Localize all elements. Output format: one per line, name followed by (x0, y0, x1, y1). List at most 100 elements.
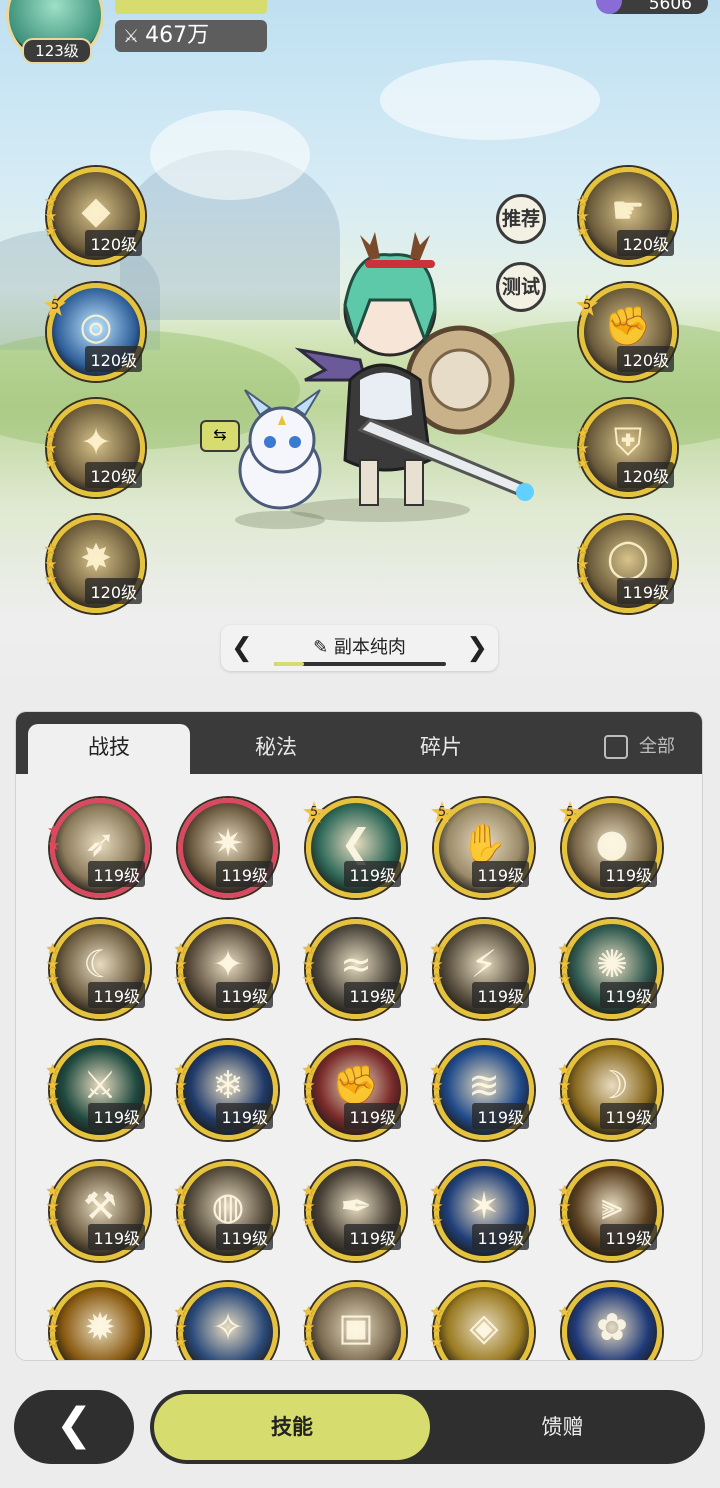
star-rating: ★ ★ ★ (174, 1303, 188, 1351)
skill-card[interactable]: ⚒ ★ ★ ★ 119级 (46, 1161, 150, 1261)
skill-level: 119级 (344, 1103, 401, 1129)
star-badge: 5 (431, 801, 453, 823)
skill-art-icon: ❄ (212, 1063, 244, 1107)
skill-card[interactable]: ✦ ★ ★ ★ 119级 (174, 919, 278, 1019)
character-display[interactable] (220, 230, 550, 530)
currency-value: 5606 (648, 0, 692, 14)
skill-card[interactable]: ● 5 119级 (559, 798, 662, 898)
skill-card[interactable]: ⚡ ★ ★ ★ 119级 (430, 919, 534, 1019)
equipped-skill-right-1[interactable]: ★ ★ ★ ☛ 120级 (576, 167, 677, 265)
skill-level: 119级 (344, 861, 401, 887)
star-rating: ★ ★ ★ (430, 1303, 444, 1351)
preset-selector: ❮ ✎ 副本纯肉 ❯ (221, 625, 498, 671)
skill-card[interactable]: ≈ ★ ★ ★ 119级 (302, 919, 406, 1019)
fists-icon: ✊ (604, 304, 652, 348)
tab-fragments[interactable]: 碎片 (361, 724, 521, 774)
skill-level: 119级 (216, 982, 273, 1008)
skill-level: 119级 (344, 982, 401, 1008)
skill-art-icon: ☽ (594, 1063, 630, 1107)
skill-card[interactable]: ◍ ★ ★ ★ 119级 (174, 1161, 278, 1261)
star-rating: ★ ★ ★ (302, 1303, 316, 1351)
crystal-ring-icon: ◎ (79, 304, 113, 348)
star-rating: ★ ★ ★ (558, 1061, 572, 1109)
player-level-badge: 123级 (22, 38, 92, 64)
skill-level: 119级 (472, 1103, 529, 1129)
currency-display[interactable]: 5606 (596, 0, 708, 14)
red-star-rating: ★ ★ (47, 821, 61, 854)
skill-art-icon: ⫸ (601, 1184, 623, 1228)
star-rating: ★ ★ ★ (174, 1182, 188, 1230)
star-rating: ★ ★ ★ (302, 1061, 316, 1109)
star-rating: ★ ★ ★ (302, 940, 316, 988)
star-rating: ★ ★ ★ (430, 940, 444, 988)
star-rating: ★ (558, 1303, 572, 1321)
skill-card[interactable]: ✒ ★ ★ ★ 119级 (302, 1161, 406, 1261)
skill-card[interactable]: ▣ ★ ★ ★ (302, 1282, 406, 1360)
equipped-skill-right-4[interactable]: ★ ★ ★ ◯ 119级 (576, 515, 677, 613)
equipped-skill-left-2[interactable]: 5 ◎ 120级 (44, 283, 145, 381)
preset-name: 副本纯肉 (333, 637, 406, 658)
name-bar (115, 0, 267, 14)
star-rating: ★ ★ ★ (46, 940, 60, 988)
skill-level: 119级 (472, 861, 529, 887)
skill-art-icon: ☾ (82, 942, 118, 986)
skill-card[interactable]: ✺ ★ ★ ★ 119级 (558, 919, 662, 1019)
ring-icon: ◯ (606, 536, 650, 580)
skill-card[interactable]: ✶ ★ ★ ★ 119级 (430, 1161, 534, 1261)
skill-level: 119级 (344, 1224, 401, 1250)
equipped-skill-right-3[interactable]: ★ ★ ★ ⛨ 120级 (576, 399, 677, 497)
preset-name-wrap[interactable]: ✎ 副本纯肉 (221, 633, 498, 659)
show-all-checkbox[interactable] (604, 735, 628, 759)
skill-card[interactable]: ✹ ★ ★ ★ (46, 1282, 150, 1360)
skill-level: 119级 (600, 1103, 657, 1129)
skill-card[interactable]: ⚔ ★ ★ ★ 119级 (46, 1040, 150, 1140)
equipped-skill-left-4[interactable]: ★ ★ ★ ✸ 120级 (44, 515, 145, 613)
skill-art-icon: ➶ (84, 821, 116, 865)
star-rating: ★ ★ ★ (46, 1061, 60, 1109)
skill-art-icon: ⚒ (82, 1184, 118, 1228)
equipped-skill-right-2[interactable]: 5 ✊ 120级 (576, 283, 677, 381)
skill-card[interactable]: ☾ ★ ★ ★ 119级 (46, 919, 150, 1019)
skill-art-icon: ⚡ (470, 942, 498, 986)
skill-level: 119级 (216, 1224, 273, 1250)
star-rating: ★ ★ ★ (558, 1182, 572, 1230)
skill-level: 119级 (88, 861, 145, 887)
skill-level: 119级 (600, 1224, 657, 1250)
crossed-swords-icon: ⚔ (123, 26, 140, 47)
skill-level: 119级 (600, 861, 657, 887)
star-rating: ★ ★ ★ (558, 940, 572, 988)
skill-level: 120级 (85, 230, 142, 256)
skill-level: 120级 (85, 578, 142, 604)
skill-level: 119级 (88, 1224, 145, 1250)
skill-art-icon: ⚔ (82, 1063, 118, 1107)
skill-card[interactable]: ◈ ★ ★ ★ (430, 1282, 534, 1360)
skill-card[interactable]: ➶ ★ ★ 119级 (47, 798, 150, 898)
skill-card[interactable]: ☽ ★ ★ ★ 119级 (558, 1040, 662, 1140)
skill-art-icon: ✹ (84, 1305, 116, 1349)
skill-card[interactable]: ✋ 5 119级 (431, 798, 534, 898)
gift-button[interactable]: 馈赠 (440, 1394, 685, 1460)
skill-card[interactable]: ✷ 119级 (178, 798, 278, 898)
preset-underline (274, 662, 446, 666)
tab-combat-skills[interactable]: 战技 (28, 724, 190, 774)
skill-card[interactable]: ⫸ ★ ★ ★ 119级 (558, 1161, 662, 1261)
power-display: ⚔ 467万 (115, 20, 267, 52)
preset-next-button[interactable]: ❯ (466, 633, 488, 663)
skill-art-icon: ✷ (212, 821, 244, 865)
skill-card[interactable]: ❮ 5 119级 (303, 798, 406, 898)
skill-grid: ➶ ★ ★ 119级 ✷ 119级 ❮ 5 119级 ✋ 5 119级 ● 5 119级 ☾ ★ ★ ★ 119级 ✦ ★… (16, 774, 702, 1360)
back-button[interactable]: ❮ (14, 1390, 134, 1464)
skill-card[interactable]: ✧ ★ ★ ★ (174, 1282, 278, 1360)
skills-button[interactable]: 技能 (154, 1394, 430, 1460)
star-rating: ★ ★ ★ (174, 940, 188, 988)
equipped-skill-left-1[interactable]: ★ ★ ★ ◆ 120级 (44, 167, 145, 265)
skill-art-icon: ✧ (212, 1305, 244, 1349)
equipped-skill-left-3[interactable]: ★ ★ ★ ✦ 120级 (44, 399, 145, 497)
skill-art-icon: ◍ (211, 1184, 245, 1228)
skill-card[interactable]: ❄ ★ ★ ★ 119级 (174, 1040, 278, 1140)
skill-card[interactable]: ≋ ★ ★ ★ 119级 (430, 1040, 534, 1140)
edit-pencil-icon: ✎ (313, 637, 329, 658)
skill-card[interactable]: ✿ ★ (558, 1282, 662, 1360)
tab-secret-arts[interactable]: 秘法 (196, 724, 356, 774)
skill-card[interactable]: ✊ ★ ★ ★ 119级 (302, 1040, 406, 1140)
